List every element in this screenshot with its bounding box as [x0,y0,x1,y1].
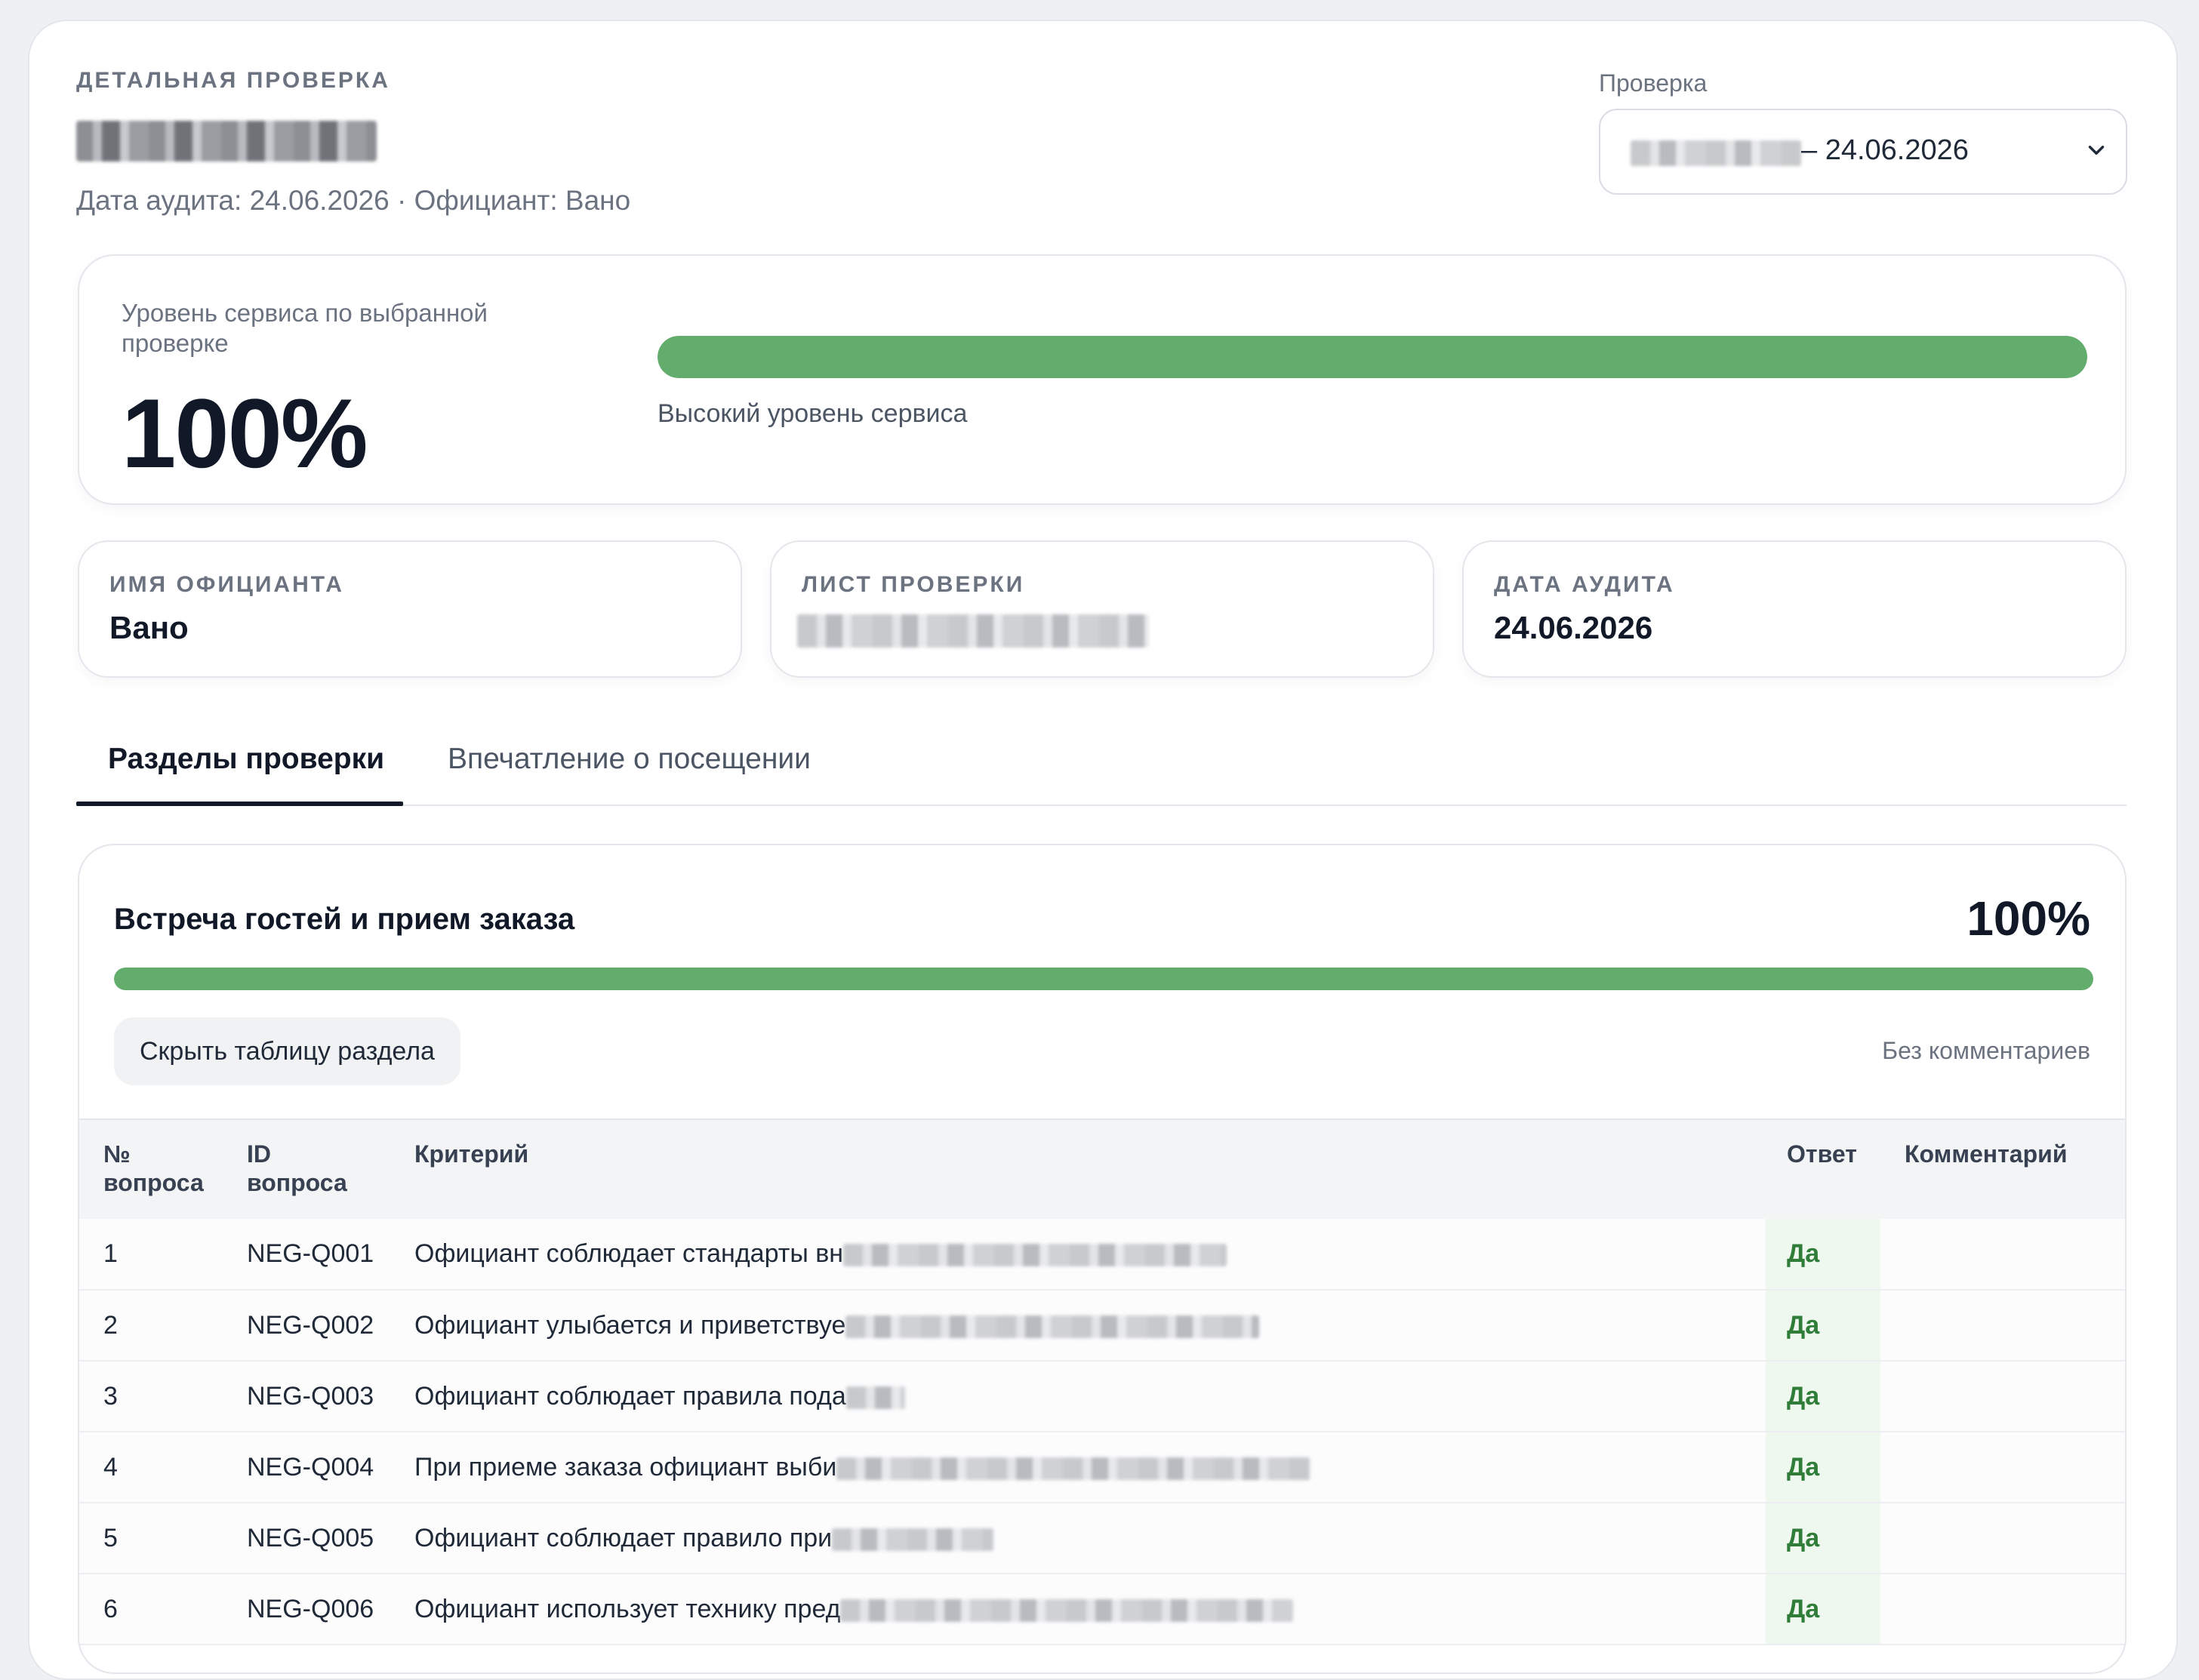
service-level-value: 100% [122,378,368,488]
col-header-comment: Комментарий [1905,1140,2068,1168]
col-header-number: № вопроса [79,1119,247,1219]
checklist-card: ЛИСТ ПРОВЕРКИ [770,540,1434,678]
table-row: 5 NEG-Q005 Официант соблюдает правило пр… [79,1503,2125,1574]
waiter-name-label: ИМЯ ОФИЦИАНТА [109,572,344,597]
section-title: Встреча гостей и прием заказа [114,903,575,936]
question-id: NEG-Q001 [247,1219,414,1291]
criterion-redacted [845,1315,1260,1338]
criterion-redacted [840,1598,1294,1622]
criterion-redacted [832,1528,994,1551]
restaurant-name-redacted [76,121,377,162]
criterion-cell: Официант соблюдает правило при [414,1503,1766,1574]
check-select[interactable]: – 24.06.2026 [1599,109,2127,195]
audit-date-value: 24.06.2026 [1494,610,1653,645]
comment-cell [1880,1432,2125,1503]
checklist-label: ЛИСТ ПРОВЕРКИ [802,572,1025,597]
tab-bar: Разделы проверки Впечатление о посещении [76,725,2127,806]
table-row: 4 NEG-Q004 При приеме заказа официант вы… [79,1432,2125,1503]
col-header-criterion: Критерий [414,1140,529,1168]
question-number: 5 [79,1503,247,1574]
criterion-redacted [843,1244,1227,1267]
service-level-bar [658,336,2087,378]
question-id: NEG-Q006 [247,1574,414,1645]
comments-status: Без комментариев [1882,1037,2090,1064]
header: ДЕТАЛЬНАЯ ПРОВЕРКА [76,68,390,94]
table-header-row: № вопроса ID вопроса Критерий Ответ Комм… [79,1119,2125,1219]
checklist-value-redacted [797,614,1149,648]
question-id: NEG-Q004 [247,1432,414,1503]
criterion-redacted [836,1457,1311,1480]
service-level-bar-fill [658,336,2087,378]
comment-cell [1880,1219,2125,1291]
question-id: NEG-Q005 [247,1503,414,1574]
col-header-id: ID вопроса [247,1119,414,1219]
comment-cell [1880,1503,2125,1574]
section-percent: 100% [1966,891,2090,946]
table-row: 1 NEG-Q001 Официант соблюдает стандарты … [79,1219,2125,1291]
question-number: 3 [79,1361,247,1432]
question-id: NEG-Q003 [247,1361,414,1432]
waiter-name-card: ИМЯ ОФИЦИАНТА Вано [78,540,742,678]
criterion-cell: Официант соблюдает правила пода [414,1361,1766,1432]
table-row: 6 NEG-Q006 Официант использует технику п… [79,1574,2125,1645]
comment-cell [1880,1290,2125,1362]
criterion-cell: При приеме заказа официант выби [414,1432,1766,1503]
table-row: 3 NEG-Q003 Официант соблюдает правила по… [79,1361,2125,1432]
answer-cell: Да [1766,1361,1880,1432]
criterion-cell: Официант использует технику пред [414,1574,1766,1645]
criterion-text: Официант улыбается и приветствуе [414,1310,846,1340]
answer-cell: Да [1766,1219,1880,1291]
criterion-text: При приеме заказа официант выби [414,1452,837,1482]
table-row: 2 NEG-Q002 Официант улыбается и приветст… [79,1290,2125,1362]
section-progress-fill [114,968,2093,990]
section-card: Встреча гостей и прием заказа 100% Скрыт… [78,844,2127,1674]
check-select-redacted-text [1631,140,1801,166]
answer-cell: Да [1766,1432,1880,1503]
tab-visit-impression[interactable]: Впечатление о посещении [448,743,811,776]
page-eyebrow: ДЕТАЛЬНАЯ ПРОВЕРКА [76,68,390,93]
col-header-number-text: № вопроса [103,1140,204,1196]
criterion-cell: Официант соблюдает стандарты вн [414,1219,1766,1291]
criteria-table: № вопроса ID вопроса Критерий Ответ Комм… [79,1118,2125,1645]
hide-section-table-button[interactable]: Скрыть таблицу раздела [114,1017,460,1085]
check-select-label: Проверка [1599,69,1708,97]
col-header-id-text: ID вопроса [247,1140,347,1196]
comment-cell [1880,1361,2125,1432]
waiter-name-value: Вано [109,610,189,645]
criterion-text: Официант соблюдает правила пода [414,1381,846,1411]
question-number: 4 [79,1432,247,1503]
question-id: NEG-Q002 [247,1290,414,1362]
col-header-answer: Ответ [1787,1140,1857,1168]
active-tab-indicator [76,802,403,806]
audit-subline: Дата аудита: 24.06.2026 · Официант: Вано [76,185,631,216]
question-number: 2 [79,1290,247,1362]
criterion-cell: Официант улыбается и приветствуе [414,1290,1766,1362]
audit-date-label: ДАТА АУДИТА [1494,572,1675,597]
section-progress-bar [114,968,2093,990]
answer-cell: Да [1766,1503,1880,1574]
service-level-card: Уровень сервиса по выбранной проверке 10… [78,254,2127,505]
question-number: 6 [79,1574,247,1645]
criterion-text: Официант использует технику пред [414,1594,841,1623]
answer-cell: Да [1766,1290,1880,1362]
criterion-text: Официант соблюдает правило при [414,1523,833,1552]
service-level-label: Уровень сервиса по выбранной проверке [122,299,488,357]
criterion-text: Официант соблюдает стандарты вн [414,1239,844,1268]
question-number: 1 [79,1219,247,1291]
tab-check-sections[interactable]: Разделы проверки [108,743,384,776]
check-select-value: – 24.06.2026 [1801,134,1969,166]
answer-cell: Да [1766,1574,1880,1645]
criterion-redacted [845,1386,905,1409]
service-level-description: Высокий уровень сервиса [658,399,968,428]
chevron-down-icon [2088,146,2105,155]
comment-cell [1880,1574,2125,1645]
audit-date-card: ДАТА АУДИТА 24.06.2026 [1462,540,2127,678]
